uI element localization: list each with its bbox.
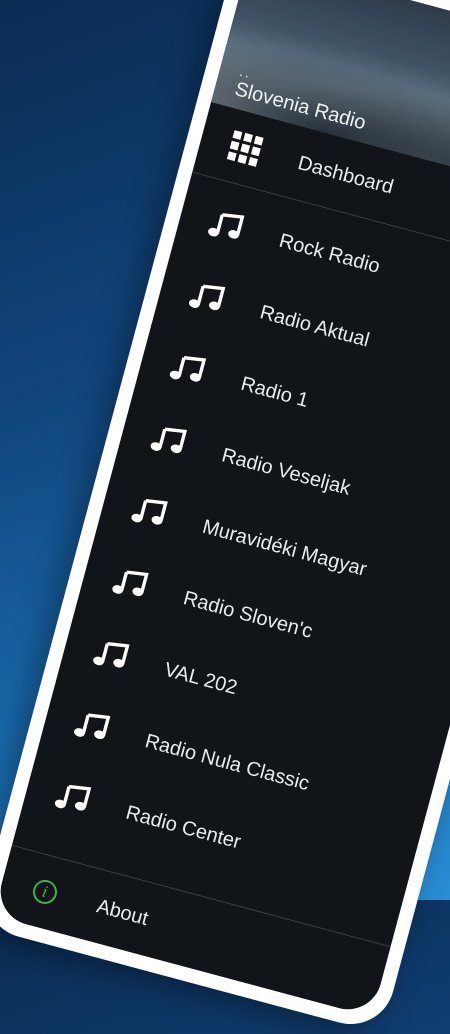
music-note-icon bbox=[169, 356, 207, 382]
music-note-icon bbox=[54, 784, 92, 811]
menu-item-label: Radio Veseljak bbox=[219, 443, 353, 500]
music-note-icon bbox=[131, 499, 168, 525]
music-note-icon bbox=[112, 570, 149, 597]
menu-item-label: Radio Center bbox=[123, 801, 244, 853]
menu-item-label: VAL 202 bbox=[161, 658, 240, 699]
menu-item-label: Radio 1 bbox=[238, 372, 311, 412]
phone-screen: .. Slovenia Radio Dashboard Rock Radio R… bbox=[0, 0, 450, 1017]
menu-item-label: Dashboard bbox=[295, 151, 396, 199]
music-note-icon bbox=[93, 641, 130, 668]
menu-item-label: Radio Aktual bbox=[257, 300, 372, 352]
music-note-icon bbox=[208, 213, 245, 239]
menu-item-label: About bbox=[94, 894, 151, 930]
music-note-icon bbox=[188, 284, 226, 311]
station-list: Rock Radio Radio Aktual Radio 1 Radio Ve… bbox=[18, 173, 450, 924]
phone-frame: .. Slovenia Radio Dashboard Rock Radio R… bbox=[0, 0, 450, 1034]
music-note-icon bbox=[150, 427, 188, 454]
music-note-icon bbox=[74, 713, 111, 740]
info-icon: i bbox=[30, 877, 60, 907]
menu-item-label: Rock Radio bbox=[276, 229, 383, 278]
menu-item-label: Radio Sloven'c bbox=[181, 586, 316, 643]
grid-icon bbox=[226, 130, 264, 167]
